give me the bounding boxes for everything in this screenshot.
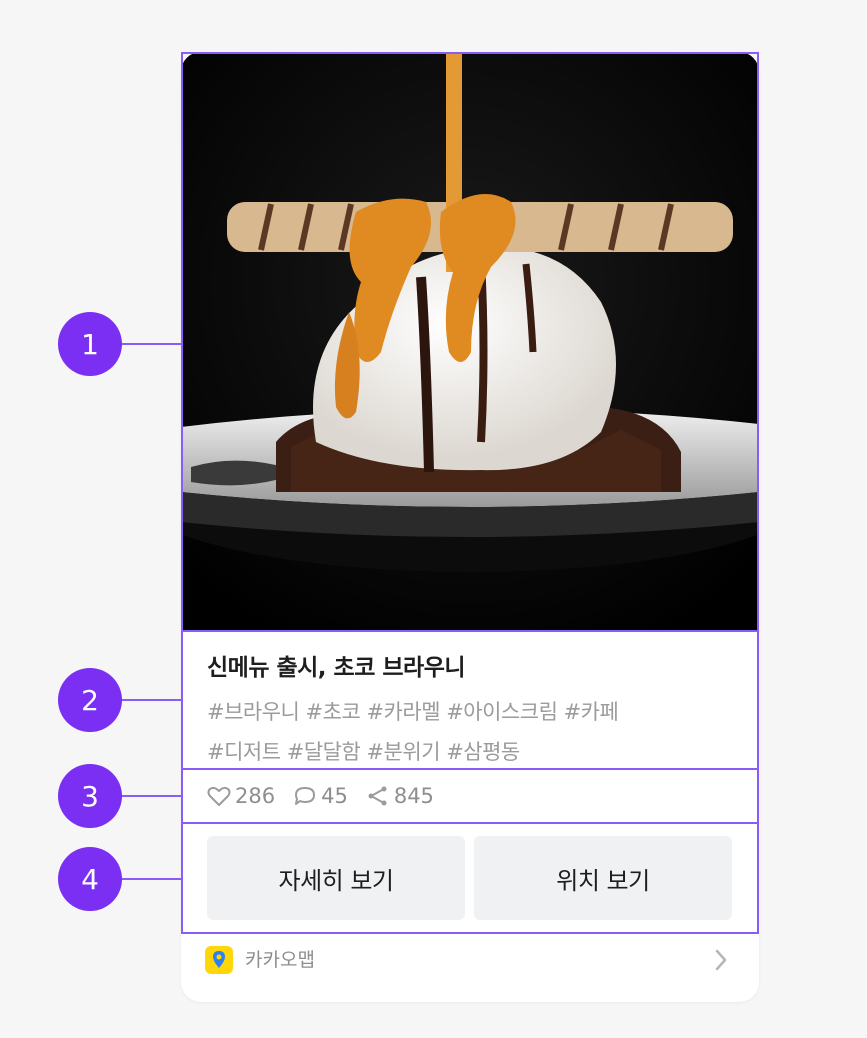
- annotation-connector: [120, 795, 182, 797]
- annotation-badge: 4: [58, 847, 122, 911]
- annotation-badge: 2: [58, 668, 122, 732]
- annotation-box-text: [181, 630, 759, 770]
- annotation-badge: 3: [58, 764, 122, 828]
- source-footer[interactable]: 카카오맵: [181, 934, 759, 994]
- kakaomap-pin-icon: [205, 946, 233, 974]
- annotation-connector: [120, 878, 182, 880]
- chevron-right-icon: [715, 949, 727, 971]
- annotation-box-image: [181, 52, 759, 632]
- annotation-box-buttons: [181, 822, 759, 934]
- annotation-connector: [120, 699, 182, 701]
- annotation-badge: 1: [58, 312, 122, 376]
- brand-name: 카카오맵: [245, 949, 315, 971]
- annotation-connector: [120, 343, 182, 345]
- annotation-box-stats: [181, 768, 759, 824]
